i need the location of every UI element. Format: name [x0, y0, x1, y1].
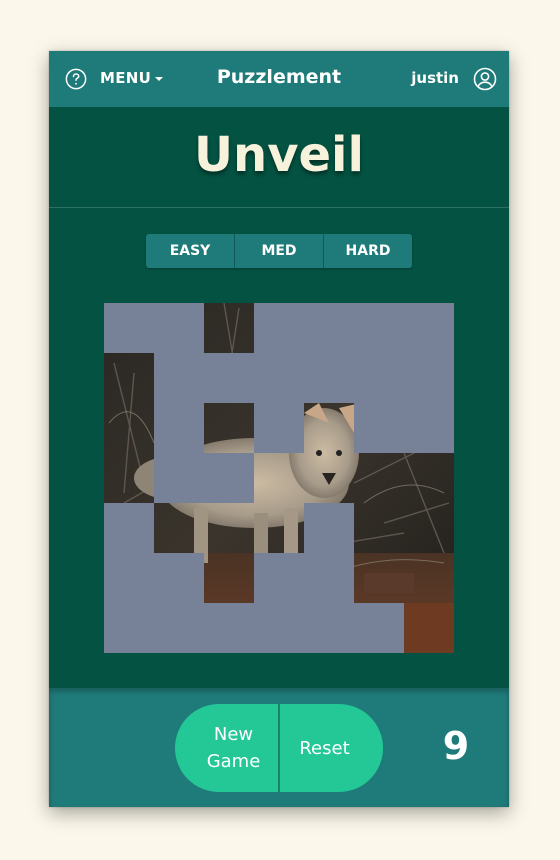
move-counter: 9	[442, 724, 470, 768]
divider	[49, 207, 509, 208]
puzzle-board[interactable]	[104, 303, 454, 653]
username[interactable]: justin	[411, 69, 459, 87]
difficulty-easy-button[interactable]: EASY	[146, 234, 235, 268]
reset-button[interactable]: Reset	[280, 704, 383, 792]
difficulty-hard-button[interactable]: HARD	[324, 234, 412, 268]
new-game-label-line1: New	[213, 724, 254, 745]
help-circle-icon[interactable]	[65, 68, 87, 90]
user-circle-icon[interactable]	[473, 67, 497, 91]
caret-down-icon	[155, 77, 164, 81]
game-title: Unveil	[194, 127, 364, 183]
menu-button[interactable]: MENU	[100, 69, 164, 87]
game-card: MENU Puzzlement justin Unveil EASY MED H…	[49, 51, 509, 807]
bottom-bar: New Game Reset 9	[49, 688, 509, 807]
difficulty-selector: EASY MED HARD	[146, 234, 412, 268]
top-bar: MENU Puzzlement justin	[49, 51, 509, 107]
new-game-button[interactable]: New Game	[175, 704, 280, 792]
difficulty-med-button[interactable]: MED	[235, 234, 324, 268]
action-buttons: New Game Reset	[175, 704, 383, 792]
menu-label: MENU	[100, 69, 152, 87]
new-game-label-line2: Game	[206, 751, 261, 772]
